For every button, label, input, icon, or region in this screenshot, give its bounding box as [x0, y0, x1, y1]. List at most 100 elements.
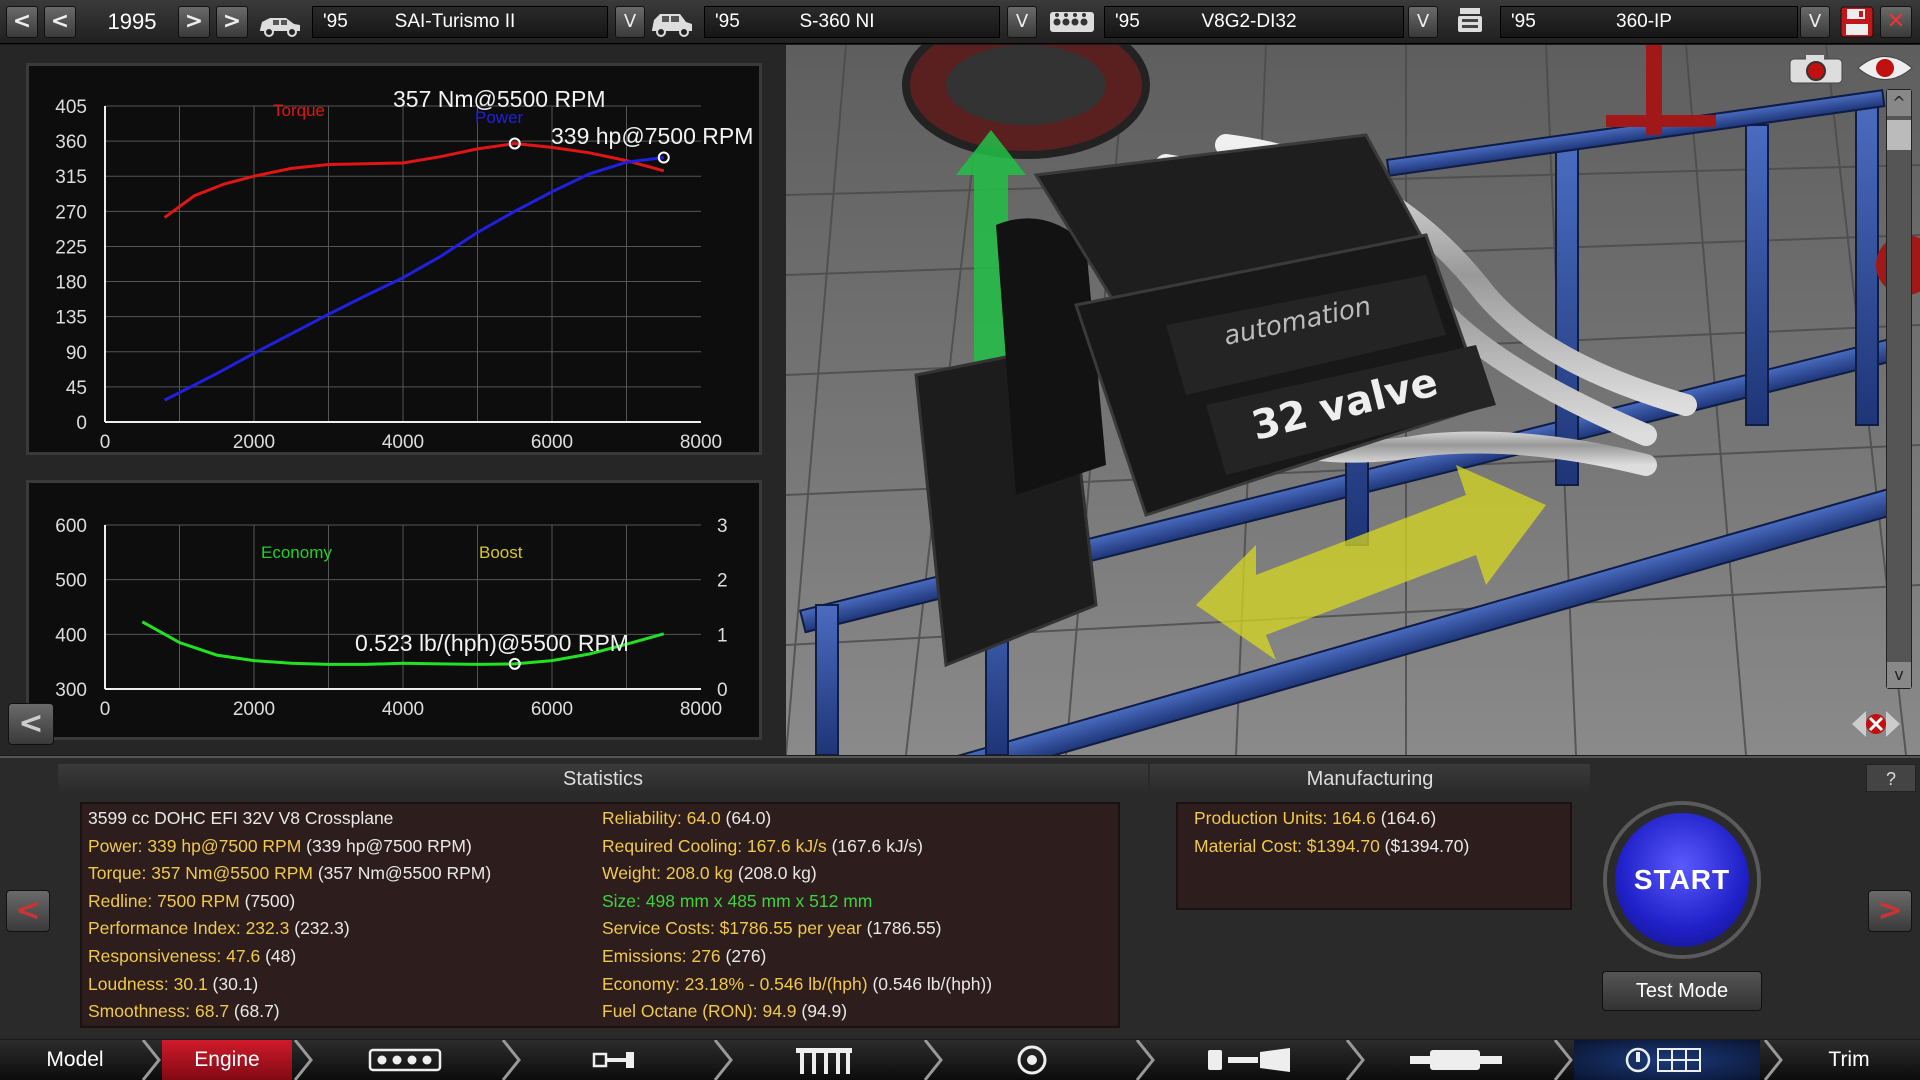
- manufacturing-box: Production Units: 164.6 (164.6) Material …: [1176, 802, 1572, 910]
- stat-value: Loudness: 30.1: [88, 973, 208, 994]
- nav-trim[interactable]: Trim: [1784, 1040, 1914, 1080]
- crankshaft-icon[interactable]: [592, 1048, 636, 1072]
- x-tick-label: 0: [100, 699, 111, 720]
- save-icon[interactable]: [1840, 6, 1874, 38]
- chevron-right-icon: [293, 1040, 313, 1080]
- nav-model[interactable]: Model: [10, 1040, 140, 1080]
- y2-tick-label: 0: [717, 680, 728, 701]
- engine-variant-icon: [1458, 8, 1482, 32]
- stat-reference-value: (357 Nm@5500 RPM): [312, 863, 492, 884]
- help-button[interactable]: ?: [1866, 764, 1916, 792]
- x-tick-label: 0: [100, 432, 111, 452]
- car-model-icon: [260, 18, 300, 37]
- chevron-right-icon: [1345, 1040, 1365, 1080]
- stat-line: Torque: 357 Nm@5500 RPM (357 Nm@5500 RPM…: [88, 863, 491, 884]
- x-tick-label: 6000: [531, 432, 573, 452]
- year-display: 1995: [107, 9, 157, 34]
- exhaust-icon[interactable]: [1408, 1048, 1504, 1072]
- next-section-button[interactable]: >: [1868, 890, 1912, 932]
- chevron-right-icon: [713, 1040, 733, 1080]
- power-peak-label: 339 hp@7500 RPM: [551, 123, 753, 149]
- legend-boost: Boost: [479, 543, 523, 562]
- engine-3d-viewport[interactable]: automation 32 valve ^ v: [786, 45, 1920, 755]
- camshaft-icon[interactable]: [792, 1044, 856, 1076]
- stat-value: Fuel Octane (RON): 94.9: [602, 1001, 797, 1022]
- previous-section-button[interactable]: <: [6, 890, 50, 932]
- statistics-box: 3599 cc DOHC EFI 32V V8 Crossplane Power:…: [80, 802, 1120, 1028]
- design-nav-bar: Model Engine Trim: [0, 1040, 1920, 1080]
- y2-tick-label: 3: [717, 516, 728, 537]
- stat-value: Service Costs: $1786.55 per year: [602, 918, 862, 939]
- stat-reference-value: (276): [720, 946, 767, 966]
- eye-icon[interactable]: [1856, 51, 1914, 85]
- turbo-icon[interactable]: [1014, 1044, 1050, 1076]
- y-tick-label: 300: [55, 680, 87, 701]
- stat-reference-value: (64.0): [720, 808, 772, 828]
- collapse-charts-button[interactable]: <: [8, 703, 54, 745]
- y-tick-label: 500: [55, 571, 87, 592]
- zoom-up-button[interactable]: ^: [1887, 90, 1911, 116]
- test-mode-button[interactable]: Test Mode: [1602, 971, 1762, 1011]
- y2-tick-label: 2: [717, 571, 728, 592]
- torque-power-chart: 405 360 315 270 225 180 135 90 45 0 0 2000 4000 6000 8…: [26, 63, 762, 455]
- x-tick-label: 8000: [680, 432, 722, 452]
- manufacturing-header: Manufacturing: [1150, 764, 1590, 794]
- stat-value: 3599 cc DOHC EFI 32V V8 Crossplane: [88, 808, 394, 828]
- y-tick-label: 270: [55, 202, 87, 223]
- car-trim-selector[interactable]: '95 S-360 NI: [704, 6, 1000, 38]
- stat-reference-value: ($1394.70): [1379, 835, 1470, 856]
- y-tick-label: 225: [55, 237, 87, 258]
- close-button[interactable]: ✕: [1880, 6, 1912, 38]
- y2-tick-label: 1: [717, 625, 728, 646]
- stat-value: Responsiveness: 47.6: [88, 946, 261, 966]
- chevron-right-icon: [1763, 1040, 1783, 1080]
- engine-selector[interactable]: '95 V8G2-DI32: [1104, 6, 1404, 38]
- test-dyno-icon[interactable]: [1624, 1046, 1704, 1074]
- y-tick-label: 90: [66, 343, 87, 364]
- torque-peak-label: 357 Nm@5500 RPM: [393, 86, 606, 112]
- zoom-handle[interactable]: [1887, 120, 1911, 150]
- chevron-right-icon: [501, 1040, 521, 1080]
- stat-value: Weight: 208.0 kg: [602, 863, 734, 884]
- car-model-name: SAI-Turismo II: [394, 11, 516, 32]
- car-trim-dropdown-button[interactable]: V: [1007, 6, 1037, 38]
- stat-line: Weight: 208.0 kg (208.0 kg): [602, 863, 817, 884]
- stat-value: Smoothness: 68.7: [88, 1001, 230, 1022]
- x-tick-label: 6000: [531, 699, 573, 720]
- stat-value: Size: 498 mm x 485 mm x 512 mm: [602, 890, 873, 911]
- statistics-header: Statistics: [58, 764, 1148, 794]
- reset-camera-icon[interactable]: [1846, 701, 1906, 747]
- car-model-dropdown-button[interactable]: V: [615, 6, 645, 38]
- stat-reference-value: (339 hp@7500 RPM): [301, 835, 472, 856]
- stat-value: Torque: 357 Nm@5500 RPM: [88, 863, 313, 884]
- y-tick-label: 45: [66, 378, 87, 399]
- stat-line: 3599 cc DOHC EFI 32V V8 Crossplane: [88, 808, 393, 829]
- year-next-button-2[interactable]: >: [216, 6, 248, 38]
- year-next-button[interactable]: >: [178, 6, 210, 38]
- app-root: < < 1995 > > '95 SAI-Turismo II V '95 S-…: [0, 0, 1920, 1080]
- stat-reference-value: (30.1): [207, 973, 259, 994]
- stat-reference-value: (0.546 lb/(hph)): [867, 973, 993, 994]
- stat-value: Power: 339 hp@7500 RPM: [88, 835, 302, 856]
- chevron-right-icon: [1135, 1040, 1155, 1080]
- zoom-down-button[interactable]: v: [1887, 662, 1911, 688]
- start-button[interactable]: START: [1607, 805, 1757, 955]
- camera-icon[interactable]: [1788, 53, 1844, 85]
- nav-engine[interactable]: Engine: [162, 1040, 292, 1080]
- year-prev-button-2[interactable]: <: [44, 6, 76, 38]
- engine-block-nav-icon[interactable]: [368, 1046, 442, 1074]
- stat-reference-value: (167.6 kJ/s): [826, 835, 924, 856]
- engine-variant-dropdown-button[interactable]: V: [1800, 6, 1830, 38]
- engine-dropdown-button[interactable]: V: [1408, 6, 1438, 38]
- zoom-scrollbar[interactable]: ^ v: [1886, 89, 1912, 689]
- stat-reference-value: (68.7): [229, 1001, 280, 1022]
- stat-line: Smoothness: 68.7 (68.7): [88, 1001, 280, 1022]
- car-model-selector[interactable]: '95 SAI-Turismo II: [312, 6, 608, 38]
- stat-value: Required Cooling: 167.6 kJ/s: [602, 835, 827, 856]
- year-prev-button[interactable]: <: [6, 6, 38, 38]
- fuel-system-icon[interactable]: [1206, 1046, 1292, 1074]
- chevron-right-icon: [1553, 1040, 1573, 1080]
- stat-line: Fuel Octane (RON): 94.9 (94.9): [602, 1001, 847, 1022]
- stat-line: Material Cost: $1394.70 ($1394.70): [1194, 836, 1469, 857]
- engine-variant-selector[interactable]: '95 360-IP: [1500, 6, 1798, 38]
